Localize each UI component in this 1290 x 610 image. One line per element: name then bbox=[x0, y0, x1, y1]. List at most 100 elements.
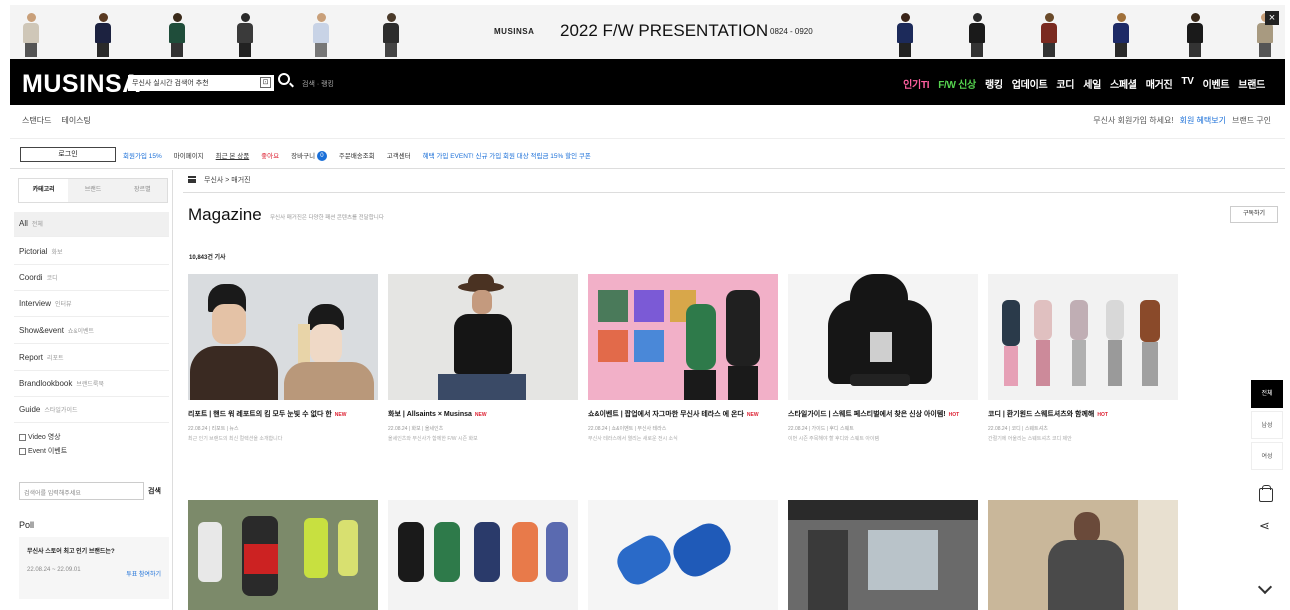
nav-item[interactable]: 코디 bbox=[1056, 76, 1074, 91]
cat-sub: 스타일가이드 bbox=[44, 408, 78, 414]
article-card[interactable]: 리포트 | 핸드 워 레포트의 킴 모두 눈빛 수 없다 한 NEW 22.08.… bbox=[188, 274, 378, 443]
nav-item[interactable]: 매거진 bbox=[1146, 76, 1173, 91]
tab-category[interactable]: 카테고리 bbox=[19, 179, 69, 202]
nav-item[interactable]: 스페셜 bbox=[1110, 76, 1137, 91]
sidebar-item-lookbook[interactable]: Brandlookbook 브랜드룩북 bbox=[14, 372, 169, 397]
new-badge: NEW bbox=[334, 412, 347, 418]
banner-date: 0824 - 0920 bbox=[770, 27, 813, 36]
brand-link[interactable]: 브랜드 구인 bbox=[1232, 115, 1271, 126]
cart-link[interactable]: 장바구니 0 bbox=[291, 150, 327, 162]
article-card[interactable]: 쇼&이벤트 | 팝업에서 자그마한 무신사 테라스 에 온다 NEW 22.08.… bbox=[588, 274, 778, 443]
menu-icon[interactable] bbox=[188, 176, 196, 183]
nav-item[interactable]: 랭킹 bbox=[985, 76, 1003, 91]
nav-item[interactable]: F/W 신상 bbox=[938, 76, 976, 91]
article-card[interactable]: 스타일가이드 | 스웨트 페스티벌에서 찾은 신상 아이템! HOT 22.08.… bbox=[788, 274, 978, 443]
model-figure bbox=[382, 13, 400, 57]
sidebar-item-pictorial[interactable]: Pictorial 화보 bbox=[14, 240, 169, 265]
poll-vote-link[interactable]: 투표 참여하기 bbox=[126, 569, 161, 578]
order-link[interactable]: 주문배송조회 bbox=[339, 150, 375, 161]
event-checkbox[interactable]: Event 이벤트 bbox=[19, 446, 67, 456]
article-title[interactable]: 코디 | 환기원드 스웨트셔츠와 함께해 bbox=[988, 411, 1094, 418]
like-link[interactable]: 좋아요 bbox=[261, 150, 279, 161]
article-image[interactable] bbox=[988, 500, 1178, 610]
article-image[interactable] bbox=[188, 500, 378, 610]
article-title[interactable]: 스타일가이드 | 스웨트 페스티벌에서 찾은 신상 아이템! bbox=[788, 411, 946, 418]
article-card[interactable]: 화보 | Allsaints × Musinsa NEW 22.08.24 | 화… bbox=[388, 274, 578, 443]
breadcrumb[interactable]: 무신사 > 매거진 bbox=[204, 175, 251, 185]
nav-item[interactable]: 인기TI bbox=[903, 76, 929, 91]
poll-question: 무신사 스토어 최고 인기 브랜드는? bbox=[27, 549, 115, 555]
article-count: 10,843건 기사 bbox=[189, 255, 226, 261]
cat-label: Show&event bbox=[19, 326, 64, 335]
close-icon[interactable]: × bbox=[1265, 11, 1279, 25]
nav-item[interactable]: 브랜드 bbox=[1238, 76, 1265, 91]
recent-link[interactable]: 최근 본 상품 bbox=[216, 150, 250, 161]
sidebar-item-report[interactable]: Report 리포트 bbox=[14, 346, 169, 371]
video-checkbox[interactable]: Video 영상 bbox=[19, 432, 61, 442]
sidebar-item-show-event[interactable]: Show&event 쇼&이벤트 bbox=[14, 319, 169, 344]
sidebar-search-input[interactable]: 검색어를 입력해주세요 bbox=[19, 482, 144, 500]
nav-item[interactable]: 이벤트 bbox=[1203, 76, 1230, 91]
article-image[interactable] bbox=[988, 274, 1178, 400]
tab-genre[interactable]: 장르별 bbox=[117, 179, 167, 202]
cart-label: 장바구니 bbox=[291, 153, 316, 160]
search-icon[interactable] bbox=[278, 73, 290, 85]
article-image[interactable] bbox=[188, 274, 378, 400]
new-badge: HOT bbox=[1097, 412, 1108, 418]
article-meta: 22.08.24 | 가이드 | 후디 스웨트 bbox=[788, 426, 854, 432]
article-image[interactable] bbox=[788, 500, 978, 610]
tab-brand[interactable]: 브랜드 bbox=[68, 179, 118, 202]
cat-sub: 인터뷰 bbox=[55, 302, 72, 308]
sidebar-search-button[interactable]: 검색 bbox=[148, 486, 161, 496]
banner-title: 2022 F/W PRESENTATION bbox=[560, 21, 769, 40]
benefit-link[interactable]: 회원 혜택보기 bbox=[1180, 115, 1226, 126]
gender-filter-all[interactable]: 전체 bbox=[1251, 380, 1283, 408]
sub-bar: 스탠다드 테이스팅 무신사 회원가입 하세요! 회원 혜택보기 브랜드 구인 bbox=[10, 105, 1285, 139]
subscribe-button[interactable]: 구독하기 bbox=[1230, 206, 1278, 223]
check-label: Video 영상 bbox=[28, 434, 61, 441]
cat-label: Brandlookbook bbox=[19, 379, 73, 388]
sub-link[interactable]: 테이스팅 bbox=[61, 115, 90, 126]
sub-link[interactable]: 스탠다드 bbox=[22, 115, 51, 126]
bag-icon[interactable] bbox=[1259, 485, 1273, 502]
article-image[interactable] bbox=[388, 274, 578, 400]
logo[interactable]: MUSINSA bbox=[22, 70, 141, 99]
article-summary: 올세인츠와 무신사가 함께한 F/W 시즌 화보 bbox=[388, 436, 478, 442]
poll-box[interactable]: 무신사 스토어 최고 인기 브랜드는? 22.08.24 ~ 22.09.01 … bbox=[19, 537, 169, 599]
article-card[interactable]: 코디 | 환기원드 스웨트셔츠와 함께해 HOT 22.08.24 | 코디 | … bbox=[988, 274, 1178, 443]
article-title[interactable]: 리포트 | 핸드 워 레포트의 킴 모두 눈빛 수 없다 한 bbox=[188, 411, 332, 418]
chevron-down-icon[interactable] bbox=[1257, 579, 1273, 595]
signup-link[interactable]: 회원가입 15% bbox=[123, 150, 162, 161]
nav-item[interactable]: 업데이트 bbox=[1012, 76, 1048, 91]
model-figure bbox=[168, 13, 186, 57]
promo-banner[interactable]: MUSINSA 2022 F/W PRESENTATION 0824 - 092… bbox=[10, 5, 1285, 59]
article-summary: 이번 시즌 주목해야 할 후디와 스웨트 아이템 bbox=[788, 436, 880, 442]
qr-icon[interactable]: ⊡ bbox=[260, 77, 271, 88]
search-input[interactable]: 무신사 실시간 검색어 추천 ⊡ bbox=[128, 75, 274, 91]
sidebar-item-all[interactable]: All 전체 bbox=[14, 212, 169, 237]
login-button[interactable]: 로그인 bbox=[20, 147, 116, 162]
sidebar-item-guide[interactable]: Guide 스타일가이드 bbox=[14, 398, 169, 423]
article-meta: 22.08.24 | 코디 | 스웨트셔츠 bbox=[988, 426, 1048, 432]
gender-filter-men[interactable]: 남성 bbox=[1251, 411, 1283, 439]
model-figure bbox=[968, 13, 986, 57]
mypage-link[interactable]: 마이페이지 bbox=[174, 150, 204, 161]
cs-link[interactable]: 고객센터 bbox=[387, 150, 411, 161]
nav-item[interactable]: 세일 bbox=[1083, 76, 1101, 91]
share-icon[interactable]: ⋖ bbox=[1259, 518, 1275, 534]
article-image[interactable] bbox=[588, 500, 778, 610]
sidebar-item-interview[interactable]: Interview 인터뷰 bbox=[14, 292, 169, 317]
nav-item[interactable]: TV bbox=[1181, 76, 1193, 91]
article-image[interactable] bbox=[788, 274, 978, 400]
article-image[interactable] bbox=[588, 274, 778, 400]
article-summary: 간절기에 어울리는 스웨트셔츠 코디 제안 bbox=[988, 436, 1072, 442]
search-sub-links[interactable]: 검색 · 랭킹 bbox=[302, 79, 334, 89]
event-link[interactable]: 혜택 가입 EVENT! 신규 가입 회원 대상 적립금 15% 할인 쿠폰 bbox=[423, 150, 591, 161]
article-image[interactable] bbox=[388, 500, 578, 610]
article-title[interactable]: 쇼&이벤트 | 팝업에서 자그마한 무신사 테라스 에 온다 bbox=[588, 411, 744, 418]
cat-sub: 전체 bbox=[31, 222, 43, 228]
gender-filter-women[interactable]: 여성 bbox=[1251, 442, 1283, 470]
article-title[interactable]: 화보 | Allsaints × Musinsa bbox=[388, 411, 472, 418]
cat-sub: 쇼&이벤트 bbox=[67, 329, 95, 335]
sidebar-item-coordi[interactable]: Coordi 코디 bbox=[14, 266, 169, 291]
